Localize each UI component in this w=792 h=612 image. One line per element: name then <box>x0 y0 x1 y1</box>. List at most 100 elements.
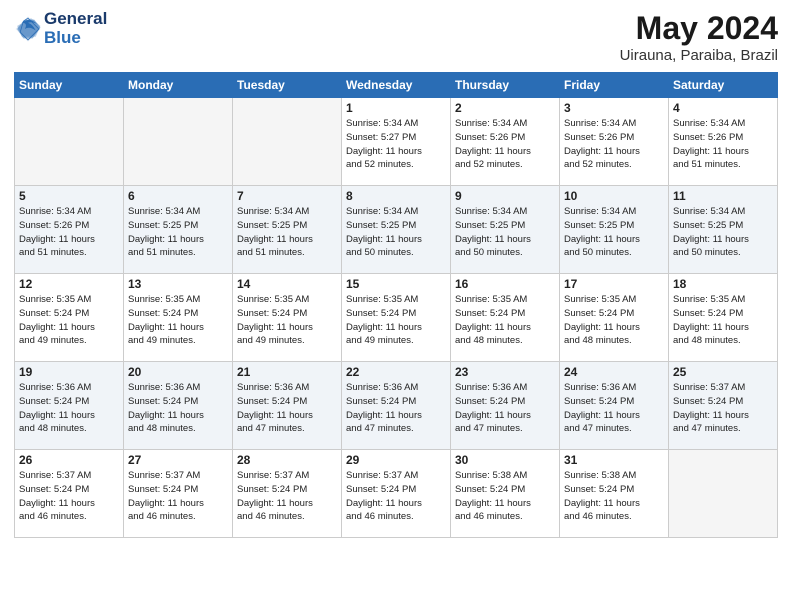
calendar-cell: 24 Sunrise: 5:36 AM Sunset: 5:24 PM Dayli… <box>560 362 669 450</box>
calendar-cell: 2 Sunrise: 5:34 AM Sunset: 5:26 PM Daylig… <box>451 98 560 186</box>
calendar-cell: 31 Sunrise: 5:38 AM Sunset: 5:24 PM Dayli… <box>560 450 669 538</box>
day-info: Sunrise: 5:36 AM Sunset: 5:24 PM Dayligh… <box>564 381 664 436</box>
calendar-cell: 30 Sunrise: 5:38 AM Sunset: 5:24 PM Dayli… <box>451 450 560 538</box>
header: General Blue May 2024 Uirauna, Paraiba, … <box>14 10 778 64</box>
day-info: Sunrise: 5:34 AM Sunset: 5:27 PM Dayligh… <box>346 117 446 172</box>
calendar-cell: 27 Sunrise: 5:37 AM Sunset: 5:24 PM Dayli… <box>124 450 233 538</box>
weekday-header-wednesday: Wednesday <box>342 73 451 98</box>
day-info: Sunrise: 5:35 AM Sunset: 5:24 PM Dayligh… <box>237 293 337 348</box>
calendar-cell: 8Sunrise: 5:34 AM Sunset: 5:25 PM Daylig… <box>342 186 451 274</box>
day-number: 6 <box>128 189 228 203</box>
day-number: 8 <box>346 189 446 203</box>
weekday-header-thursday: Thursday <box>451 73 560 98</box>
day-number: 2 <box>455 101 555 115</box>
page-container: General Blue May 2024 Uirauna, Paraiba, … <box>0 0 792 548</box>
day-info: Sunrise: 5:35 AM Sunset: 5:24 PM Dayligh… <box>455 293 555 348</box>
day-info: Sunrise: 5:34 AM Sunset: 5:25 PM Dayligh… <box>237 205 337 260</box>
day-info: Sunrise: 5:36 AM Sunset: 5:24 PM Dayligh… <box>346 381 446 436</box>
calendar-cell: 12Sunrise: 5:35 AM Sunset: 5:24 PM Dayli… <box>15 274 124 362</box>
day-number: 5 <box>19 189 119 203</box>
day-number: 28 <box>237 453 337 467</box>
day-number: 20 <box>128 365 228 379</box>
calendar-cell: 3 Sunrise: 5:34 AM Sunset: 5:26 PM Daylig… <box>560 98 669 186</box>
calendar-week-5: 26 Sunrise: 5:37 AM Sunset: 5:24 PM Dayli… <box>15 450 778 538</box>
day-number: 1 <box>346 101 446 115</box>
day-number: 15 <box>346 277 446 291</box>
day-info: Sunrise: 5:36 AM Sunset: 5:24 PM Dayligh… <box>128 381 228 436</box>
day-number: 9 <box>455 189 555 203</box>
day-info: Sunrise: 5:34 AM Sunset: 5:25 PM Dayligh… <box>564 205 664 260</box>
day-info: Sunrise: 5:37 AM Sunset: 5:24 PM Dayligh… <box>346 469 446 524</box>
calendar-week-4: 19Sunrise: 5:36 AM Sunset: 5:24 PM Dayli… <box>15 362 778 450</box>
day-info: Sunrise: 5:36 AM Sunset: 5:24 PM Dayligh… <box>19 381 119 436</box>
day-info: Sunrise: 5:36 AM Sunset: 5:24 PM Dayligh… <box>455 381 555 436</box>
month-title: May 2024 <box>620 10 778 47</box>
logo: General Blue <box>14 10 107 47</box>
weekday-header-monday: Monday <box>124 73 233 98</box>
day-number: 7 <box>237 189 337 203</box>
day-number: 25 <box>673 365 773 379</box>
day-number: 10 <box>564 189 664 203</box>
title-block: May 2024 Uirauna, Paraiba, Brazil <box>620 10 778 64</box>
calendar-week-3: 12 Sunrise: 5:35 AM Sunset: 5:24 PM Dayli… <box>15 274 778 362</box>
day-number: 4 <box>673 101 773 115</box>
day-info: Sunrise: 5:35 AM Sunset: 5:24 PM Dayligh… <box>673 293 773 348</box>
calendar-cell: 1 Sunrise: 5:34 AM Sunset: 5:27 PM Daylig… <box>342 98 451 186</box>
day-number: 3 <box>564 101 664 115</box>
day-number: 31 <box>564 453 664 467</box>
logo-icon <box>14 15 42 43</box>
day-number: 17 <box>564 277 664 291</box>
calendar-cell: 9 Sunrise: 5:34 AM Sunset: 5:25 PM Daylig… <box>451 186 560 274</box>
calendar-week-1: 1 Sunrise: 5:34 AM Sunset: 5:27 PM Daylig… <box>15 98 778 186</box>
day-info: Sunrise: 5:36 AM Sunset: 5:24 PM Dayligh… <box>237 381 337 436</box>
day-info: Sunrise: 5:34 AM Sunset: 5:25 PM Dayligh… <box>455 205 555 260</box>
calendar-table: SundayMondayTuesdayWednesdayThursdayFrid… <box>14 72 778 538</box>
day-number: 13 <box>128 277 228 291</box>
day-number: 23 <box>455 365 555 379</box>
day-info: Sunrise: 5:34 AM Sunset: 5:26 PM Dayligh… <box>455 117 555 172</box>
day-info: Sunrise: 5:38 AM Sunset: 5:24 PM Dayligh… <box>564 469 664 524</box>
calendar-cell: 15Sunrise: 5:35 AM Sunset: 5:24 PM Dayli… <box>342 274 451 362</box>
day-info: Sunrise: 5:38 AM Sunset: 5:24 PM Dayligh… <box>455 469 555 524</box>
day-number: 12 <box>19 277 119 291</box>
day-number: 27 <box>128 453 228 467</box>
calendar-cell: 20 Sunrise: 5:36 AM Sunset: 5:24 PM Dayli… <box>124 362 233 450</box>
day-number: 24 <box>564 365 664 379</box>
calendar-cell <box>233 98 342 186</box>
day-info: Sunrise: 5:37 AM Sunset: 5:24 PM Dayligh… <box>673 381 773 436</box>
calendar-cell: 10 Sunrise: 5:34 AM Sunset: 5:25 PM Dayli… <box>560 186 669 274</box>
calendar-cell: 6Sunrise: 5:34 AM Sunset: 5:25 PM Daylig… <box>124 186 233 274</box>
calendar-cell: 14Sunrise: 5:35 AM Sunset: 5:24 PM Dayli… <box>233 274 342 362</box>
day-number: 22 <box>346 365 446 379</box>
calendar-cell <box>669 450 778 538</box>
calendar-cell <box>15 98 124 186</box>
calendar-cell: 16Sunrise: 5:35 AM Sunset: 5:24 PM Dayli… <box>451 274 560 362</box>
calendar-cell: 7 Sunrise: 5:34 AM Sunset: 5:25 PM Daylig… <box>233 186 342 274</box>
day-info: Sunrise: 5:34 AM Sunset: 5:26 PM Dayligh… <box>564 117 664 172</box>
header-row: SundayMondayTuesdayWednesdayThursdayFrid… <box>15 73 778 98</box>
calendar-cell: 23 Sunrise: 5:36 AM Sunset: 5:24 PM Dayli… <box>451 362 560 450</box>
calendar-cell: 5 Sunrise: 5:34 AM Sunset: 5:26 PM Daylig… <box>15 186 124 274</box>
day-info: Sunrise: 5:34 AM Sunset: 5:25 PM Dayligh… <box>673 205 773 260</box>
day-number: 29 <box>346 453 446 467</box>
day-info: Sunrise: 5:37 AM Sunset: 5:24 PM Dayligh… <box>237 469 337 524</box>
weekday-header-friday: Friday <box>560 73 669 98</box>
calendar-cell: 13 Sunrise: 5:35 AM Sunset: 5:24 PM Dayli… <box>124 274 233 362</box>
day-number: 21 <box>237 365 337 379</box>
weekday-header-tuesday: Tuesday <box>233 73 342 98</box>
day-info: Sunrise: 5:35 AM Sunset: 5:24 PM Dayligh… <box>564 293 664 348</box>
calendar-cell: 19Sunrise: 5:36 AM Sunset: 5:24 PM Dayli… <box>15 362 124 450</box>
calendar-cell: 26 Sunrise: 5:37 AM Sunset: 5:24 PM Dayli… <box>15 450 124 538</box>
day-info: Sunrise: 5:37 AM Sunset: 5:24 PM Dayligh… <box>128 469 228 524</box>
day-info: Sunrise: 5:37 AM Sunset: 5:24 PM Dayligh… <box>19 469 119 524</box>
calendar-cell: 21 Sunrise: 5:36 AM Sunset: 5:24 PM Dayli… <box>233 362 342 450</box>
location: Uirauna, Paraiba, Brazil <box>620 47 778 64</box>
day-number: 30 <box>455 453 555 467</box>
day-info: Sunrise: 5:35 AM Sunset: 5:24 PM Dayligh… <box>128 293 228 348</box>
calendar-cell: 29 Sunrise: 5:37 AM Sunset: 5:24 PM Dayli… <box>342 450 451 538</box>
day-number: 26 <box>19 453 119 467</box>
day-info: Sunrise: 5:34 AM Sunset: 5:26 PM Dayligh… <box>19 205 119 260</box>
day-number: 11 <box>673 189 773 203</box>
day-info: Sunrise: 5:34 AM Sunset: 5:26 PM Dayligh… <box>673 117 773 172</box>
calendar-cell: 22 Sunrise: 5:36 AM Sunset: 5:24 PM Dayli… <box>342 362 451 450</box>
